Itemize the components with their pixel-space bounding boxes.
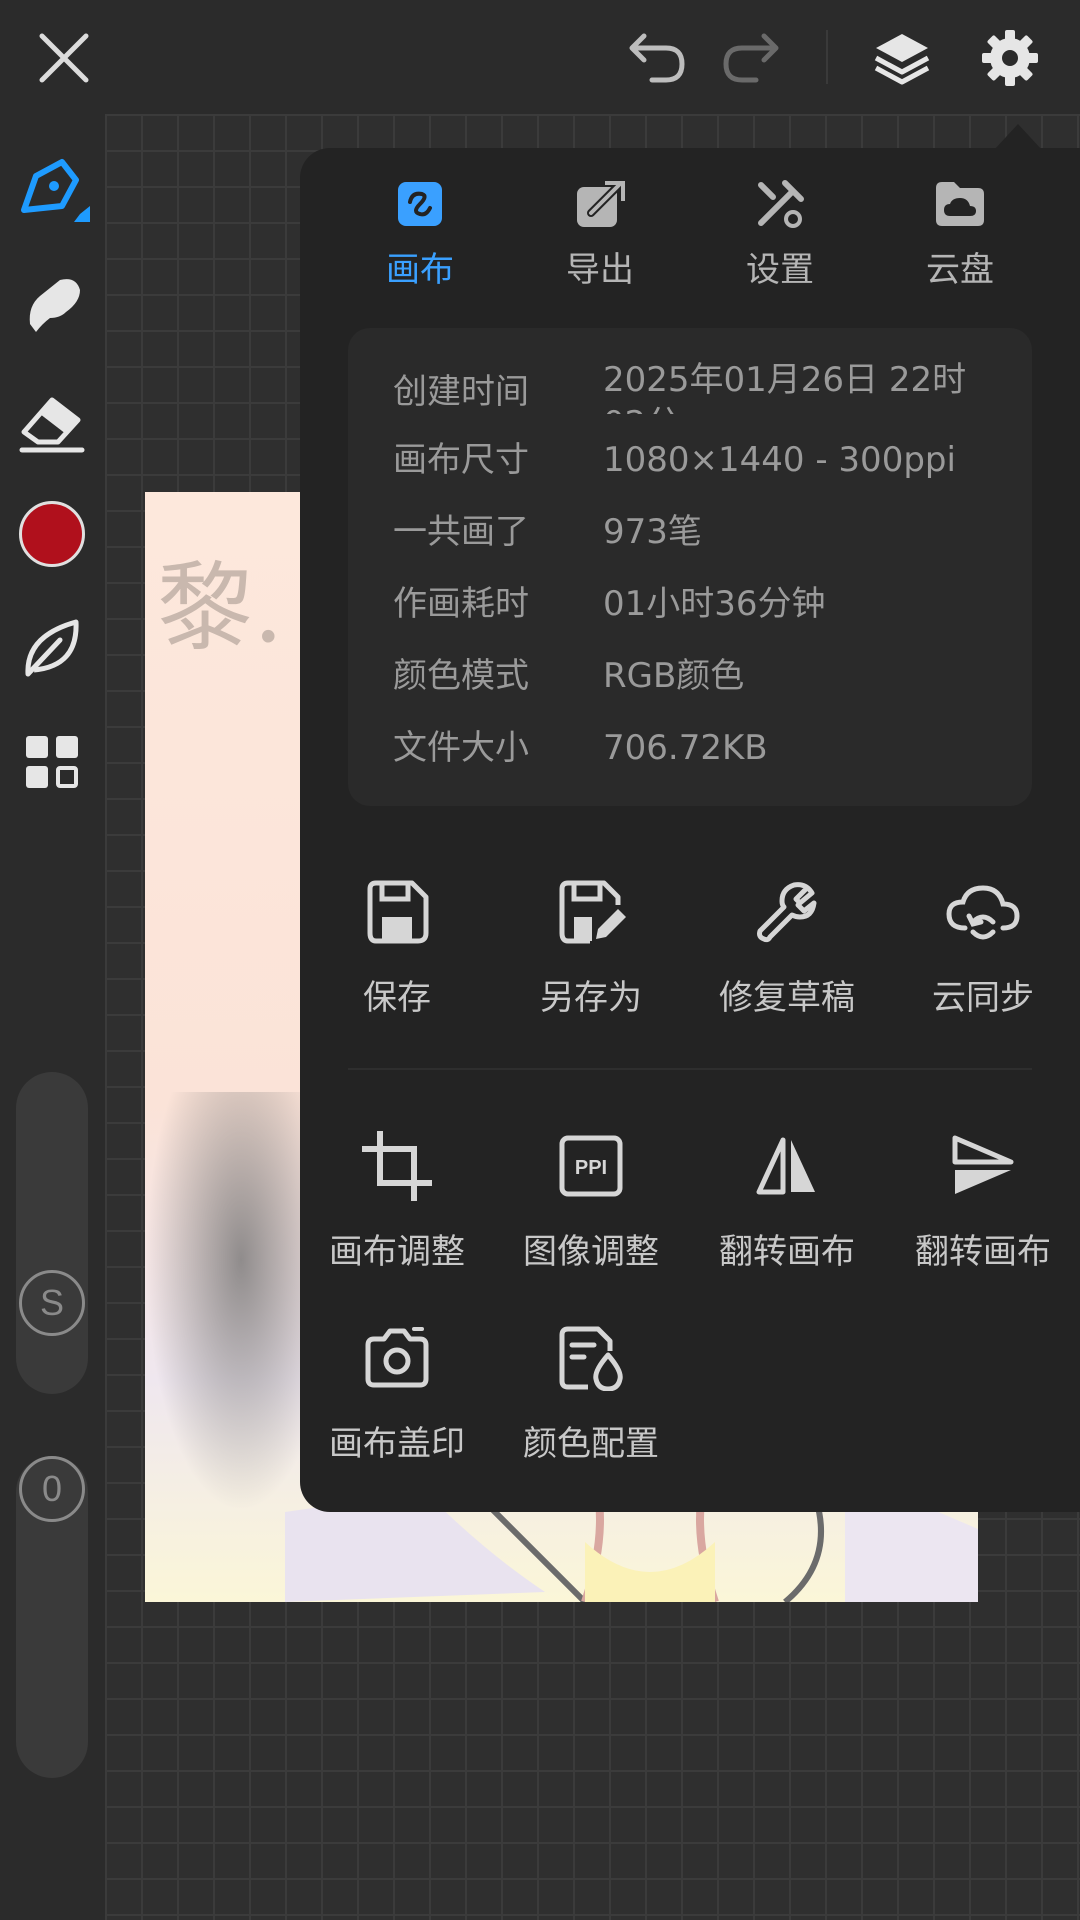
info-key: 作画耗时 [393, 584, 529, 624]
undo-icon [629, 33, 685, 83]
info-value: 706.72KB [603, 728, 768, 768]
flip-canvas-horizontal-label: 翻转画布 [719, 1232, 855, 1272]
info-row-strokes: 一共画了 973笔 [393, 510, 1013, 582]
tab-canvas[interactable]: 画布 [340, 178, 500, 298]
undo-button[interactable] [618, 20, 694, 96]
tab-cloud-drive-label: 云盘 [926, 250, 994, 290]
info-value: 973笔 [603, 512, 702, 552]
camera-icon [365, 1327, 429, 1388]
tab-export-label: 导出 [566, 250, 634, 290]
flip-vertical-icon [952, 1135, 1014, 1194]
save-as-icon [559, 880, 626, 944]
leaf-tool-button[interactable] [14, 610, 90, 686]
wrench-icon [757, 882, 817, 943]
cloud-sync-button[interactable]: 云同步 [888, 874, 1078, 1034]
info-key: 画布尺寸 [393, 440, 529, 480]
info-value: 1080×1440 - 300ppi [603, 440, 956, 480]
info-row-created: 创建时间 2025年01月26日 22时02分 [393, 358, 1013, 414]
layers-icon [874, 34, 930, 85]
layers-button[interactable] [864, 20, 940, 96]
repair-draft-button[interactable]: 修复草稿 [692, 874, 882, 1034]
color-profile-button[interactable]: 颜色配置 [496, 1320, 686, 1480]
color-profile-icon [559, 1326, 623, 1391]
save-as-button[interactable]: 另存为 [496, 874, 686, 1034]
grid-tool-button[interactable] [14, 724, 90, 800]
image-adjust-label: 图像调整 [523, 1232, 659, 1272]
canvas-settings-popover: 画布 导出 设置 云盘 创建时间 2025年01月26日 22时 画布尺寸 10… [300, 148, 1080, 1512]
leaf-icon [25, 619, 79, 677]
cloud-sync-icon [946, 885, 1020, 940]
settings-button[interactable] [972, 20, 1048, 96]
redo-icon [723, 33, 779, 83]
current-color-swatch [19, 501, 85, 567]
size-slider-knob[interactable]: S [19, 1270, 85, 1336]
canvas-icon [398, 182, 442, 226]
info-row-duration: 作画耗时 01小时36分钟 [393, 582, 1013, 654]
pen-tool-button[interactable] [14, 150, 90, 226]
color-picker-button[interactable] [14, 496, 90, 572]
info-row-color-mode: 颜色模式 RGB颜色 [393, 654, 1013, 726]
popover-tabs: 画布 导出 设置 云盘 [300, 178, 1080, 298]
flip-canvas-vertical-label: 翻转画布 [915, 1232, 1051, 1272]
info-row-file-size: 文件大小 706.72KB [393, 726, 1013, 798]
info-row-size: 画布尺寸 1080×1440 - 300ppi [393, 438, 1013, 510]
color-profile-label: 颜色配置 [523, 1424, 659, 1464]
top-bar [0, 0, 1080, 114]
tab-settings[interactable]: 设置 [700, 178, 860, 298]
close-icon [39, 33, 89, 83]
smudge-tool-button[interactable] [14, 266, 90, 342]
tab-settings-label: 设置 [746, 250, 814, 290]
cloud-drive-icon [936, 182, 984, 226]
pen-icon [21, 159, 90, 222]
artwork-watermark: 黎. [157, 552, 284, 664]
tab-export[interactable]: 导出 [520, 178, 680, 298]
grid-icon [26, 736, 78, 788]
save-icon [367, 880, 429, 944]
export-icon [577, 181, 625, 227]
tab-canvas-label: 画布 [386, 250, 454, 290]
cloud-sync-label: 云同步 [932, 978, 1034, 1018]
ppi-badge-text: PPI [575, 1157, 607, 1179]
eraser-tool-button[interactable] [14, 386, 90, 462]
eraser-icon [19, 397, 85, 453]
save-button[interactable]: 保存 [302, 874, 492, 1034]
info-key: 创建时间 [393, 372, 529, 412]
redo-button[interactable] [714, 20, 790, 96]
canvas-info-card: 创建时间 2025年01月26日 22时02分 画布尺寸 1080×1440 -… [348, 328, 1032, 806]
info-key: 文件大小 [393, 728, 529, 768]
image-adjust-button[interactable]: PPI 图像调整 [496, 1128, 686, 1288]
toolbar-separator [826, 30, 828, 84]
info-value: RGB颜色 [603, 656, 745, 696]
gear-icon [982, 30, 1038, 86]
flip-canvas-horizontal-button[interactable]: 翻转画布 [692, 1128, 882, 1288]
save-label: 保存 [363, 978, 431, 1018]
canvas-stamp-button[interactable]: 画布盖印 [302, 1320, 492, 1480]
tab-cloud-drive[interactable]: 云盘 [880, 178, 1040, 298]
brush-size-slider[interactable]: S [16, 1072, 88, 1394]
info-key: 一共画了 [393, 512, 529, 552]
ppi-icon: PPI [559, 1135, 623, 1197]
crop-icon [362, 1131, 432, 1201]
canvas-stamp-label: 画布盖印 [329, 1424, 465, 1464]
opacity-slider[interactable]: 0 [16, 1456, 88, 1778]
section-divider [348, 1068, 1032, 1070]
artwork-hair-stroke [145, 1092, 305, 1512]
popover-arrow [994, 124, 1042, 150]
opacity-slider-knob[interactable]: 0 [19, 1456, 85, 1522]
smudge-icon [29, 279, 80, 332]
info-value: 01小时36分钟 [603, 584, 826, 624]
canvas-adjust-button[interactable]: 画布调整 [302, 1128, 492, 1288]
tools-icon [758, 180, 804, 228]
flip-canvas-vertical-button[interactable]: 翻转画布 [888, 1128, 1078, 1288]
save-as-label: 另存为 [540, 978, 642, 1018]
repair-draft-label: 修复草稿 [719, 978, 855, 1018]
info-key: 颜色模式 [393, 656, 529, 696]
close-button[interactable] [26, 20, 102, 96]
flip-horizontal-icon [756, 1137, 815, 1195]
app-screen: 黎. S 0 画布 导出 设置 云盘 创建时间 2025年01月26日 22时 … [0, 0, 1080, 1920]
info-value: 2025年01月26日 22时02分 [603, 360, 967, 414]
canvas-adjust-label: 画布调整 [329, 1232, 465, 1272]
